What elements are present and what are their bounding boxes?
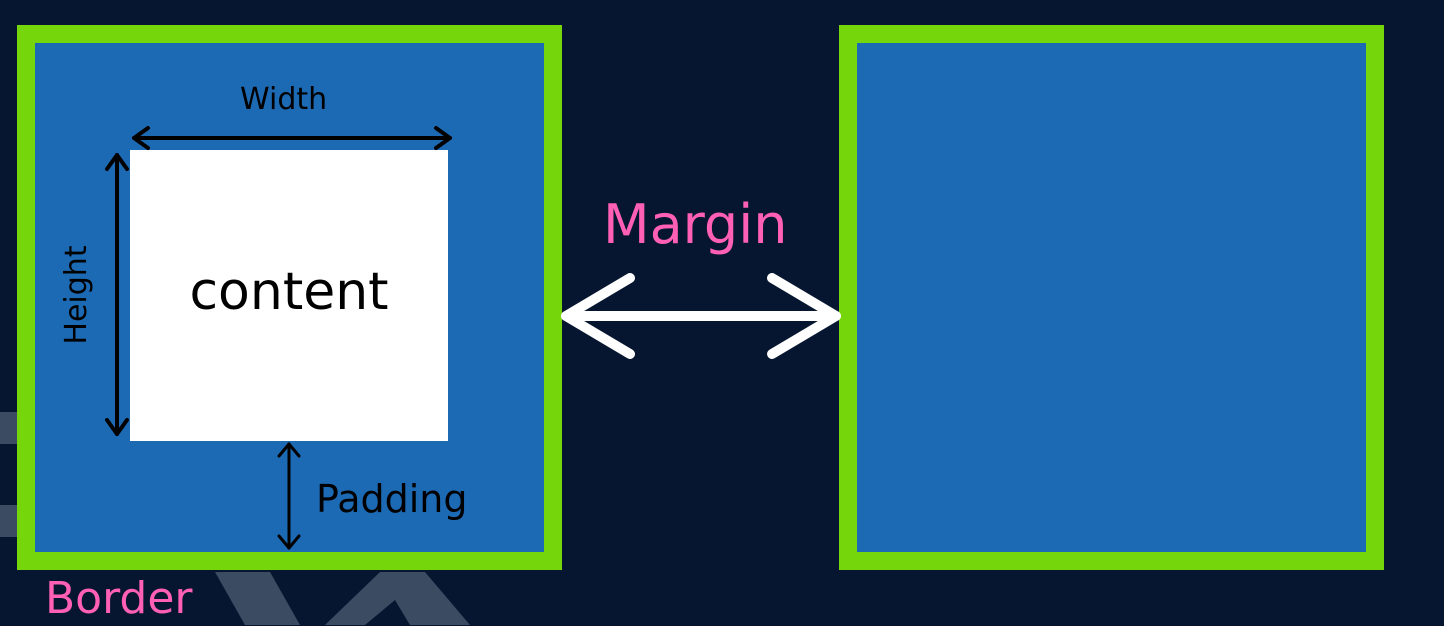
height-arrow — [105, 153, 129, 436]
height-label: Height — [59, 245, 94, 345]
border-label: Border — [45, 573, 193, 624]
margin-arrow — [561, 273, 841, 359]
padding-label: Padding — [316, 477, 468, 521]
arrows-layer — [105, 126, 841, 550]
margin-label: Margin — [603, 193, 788, 256]
width-label: Width — [240, 82, 328, 117]
padding-arrow — [277, 442, 301, 550]
width-arrow — [132, 126, 452, 150]
